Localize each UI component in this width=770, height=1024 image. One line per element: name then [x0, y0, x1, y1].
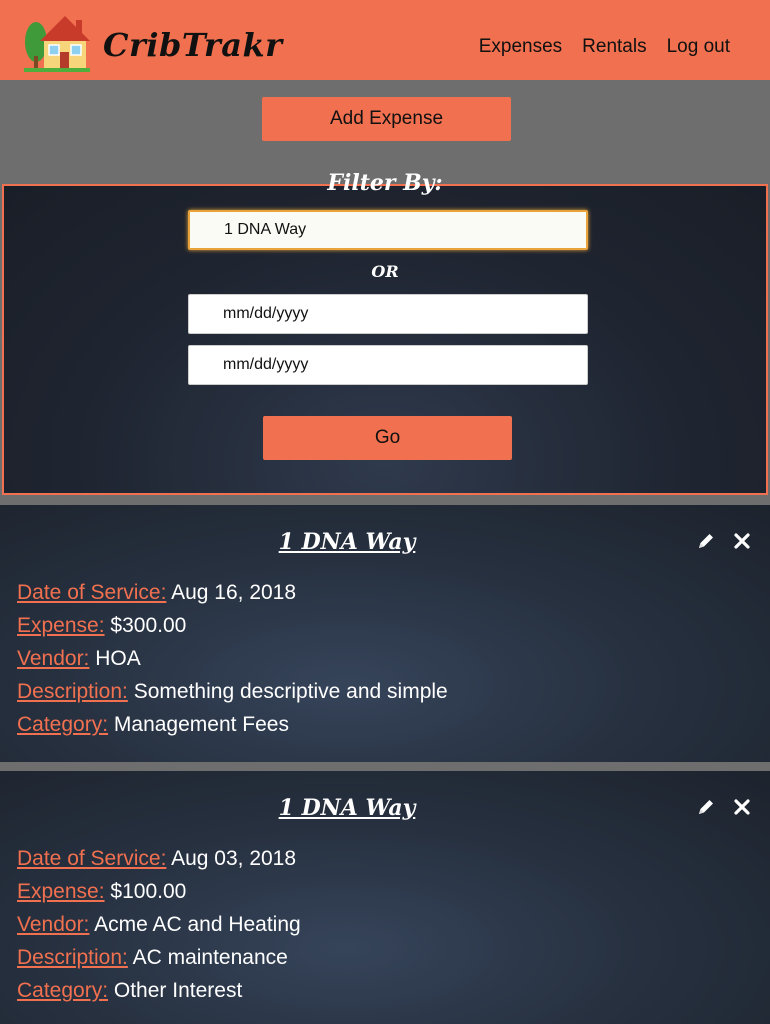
or-label: OR — [371, 262, 399, 281]
detail-description: Description: AC maintenance — [17, 946, 288, 970]
nav-links: Expenses Rentals Log out — [479, 36, 730, 58]
vendor-value: HOA — [95, 647, 141, 670]
brand-name[interactable]: CribTrakr — [103, 26, 282, 64]
expense-label[interactable]: Expense: — [17, 614, 105, 637]
navbar: CribTrakr Expenses Rentals Log out — [0, 0, 770, 80]
vendor-label[interactable]: Vendor: — [17, 913, 89, 936]
vendor-value: Acme AC and Heating — [94, 913, 301, 936]
end-date-input[interactable]: mm/dd/yyyy — [188, 345, 588, 385]
pencil-icon[interactable] — [696, 531, 716, 551]
close-icon[interactable] — [732, 531, 752, 551]
date-label[interactable]: Date of Service: — [17, 847, 166, 870]
category-label[interactable]: Category: — [17, 713, 108, 736]
detail-category: Category: Management Fees — [17, 713, 289, 737]
detail-expense: Expense: $100.00 — [17, 880, 186, 904]
nav-link-logout[interactable]: Log out — [667, 36, 730, 58]
add-expense-button[interactable]: Add Expense — [262, 97, 511, 141]
toolbar: Add Expense — [0, 80, 770, 184]
detail-date: Date of Service: Aug 03, 2018 — [17, 847, 296, 871]
date-value: Aug 16, 2018 — [171, 581, 297, 604]
detail-category: Category: Other Interest — [17, 979, 242, 1003]
vendor-label[interactable]: Vendor: — [17, 647, 89, 670]
expense-card: 1 DNA Way Date of Service: Aug 16, 2018 … — [0, 505, 770, 762]
card-property-title[interactable]: 1 DNA Way — [0, 795, 694, 821]
pencil-icon[interactable] — [696, 797, 716, 817]
category-value: Management Fees — [113, 713, 289, 736]
date-value: Aug 03, 2018 — [171, 847, 297, 870]
description-value: Something descriptive and simple — [133, 680, 448, 703]
go-button[interactable]: Go — [263, 416, 512, 460]
category-value: Other Interest — [113, 979, 243, 1002]
date-label[interactable]: Date of Service: — [17, 581, 166, 604]
expense-label[interactable]: Expense: — [17, 880, 105, 903]
detail-vendor: Vendor: HOA — [17, 647, 141, 671]
description-label[interactable]: Description: — [17, 946, 128, 969]
expense-value: $300.00 — [110, 614, 187, 637]
detail-vendor: Vendor: Acme AC and Heating — [17, 913, 301, 937]
close-icon[interactable] — [732, 797, 752, 817]
detail-date: Date of Service: Aug 16, 2018 — [17, 581, 296, 605]
expense-value: $100.00 — [110, 880, 187, 903]
nav-link-rentals[interactable]: Rentals — [582, 36, 646, 58]
house-icon[interactable] — [22, 8, 92, 74]
detail-expense: Expense: $300.00 — [17, 614, 186, 638]
description-label[interactable]: Description: — [17, 680, 128, 703]
divider — [0, 495, 770, 505]
nav-link-expenses[interactable]: Expenses — [479, 36, 562, 58]
detail-description: Description: Something descriptive and s… — [17, 680, 448, 704]
expense-card: 1 DNA Way Date of Service: Aug 03, 2018 … — [0, 771, 770, 1024]
filter-heading: Filter By: — [327, 170, 443, 196]
card-property-title[interactable]: 1 DNA Way — [0, 529, 694, 555]
filter-panel: 1 DNA Way OR mm/dd/yyyy mm/dd/yyyy Go — [2, 184, 768, 495]
description-value: AC maintenance — [132, 946, 288, 969]
category-label[interactable]: Category: — [17, 979, 108, 1002]
property-select[interactable]: 1 DNA Way — [188, 210, 588, 250]
start-date-input[interactable]: mm/dd/yyyy — [188, 294, 588, 334]
